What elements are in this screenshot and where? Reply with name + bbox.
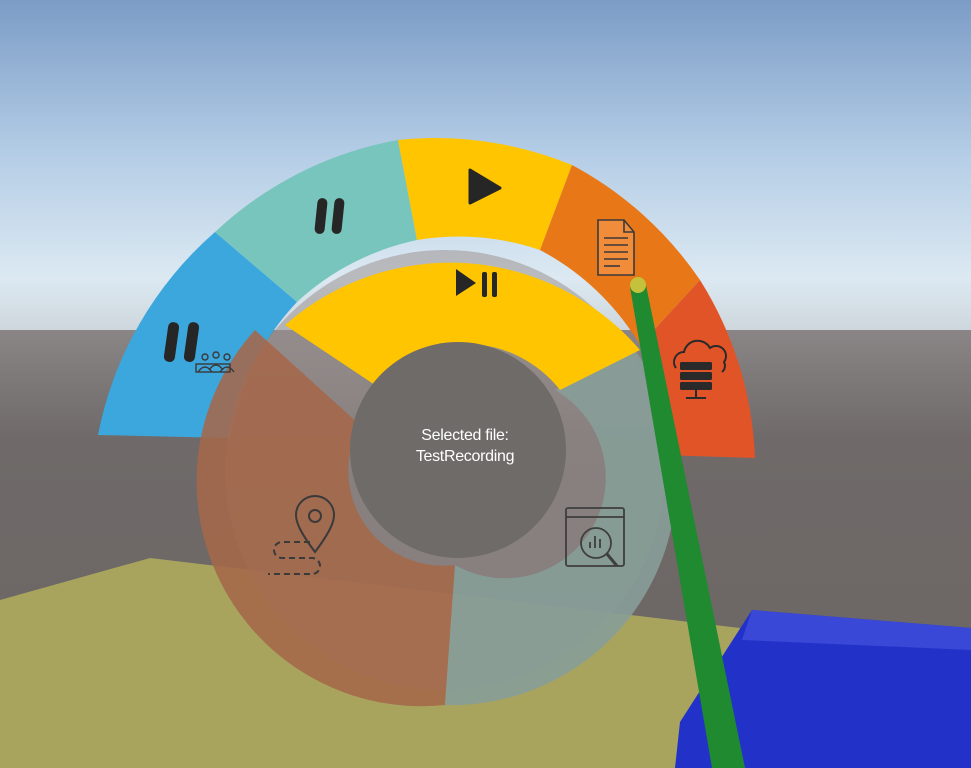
selected-file-label: Selected file: TestRecording xyxy=(360,425,570,467)
selected-file-heading: Selected file: xyxy=(421,427,509,444)
selected-file-name: TestRecording xyxy=(415,448,515,465)
file-document-icon xyxy=(597,219,635,276)
vr-pointer-tip xyxy=(630,277,646,293)
vr-scene xyxy=(0,0,971,768)
